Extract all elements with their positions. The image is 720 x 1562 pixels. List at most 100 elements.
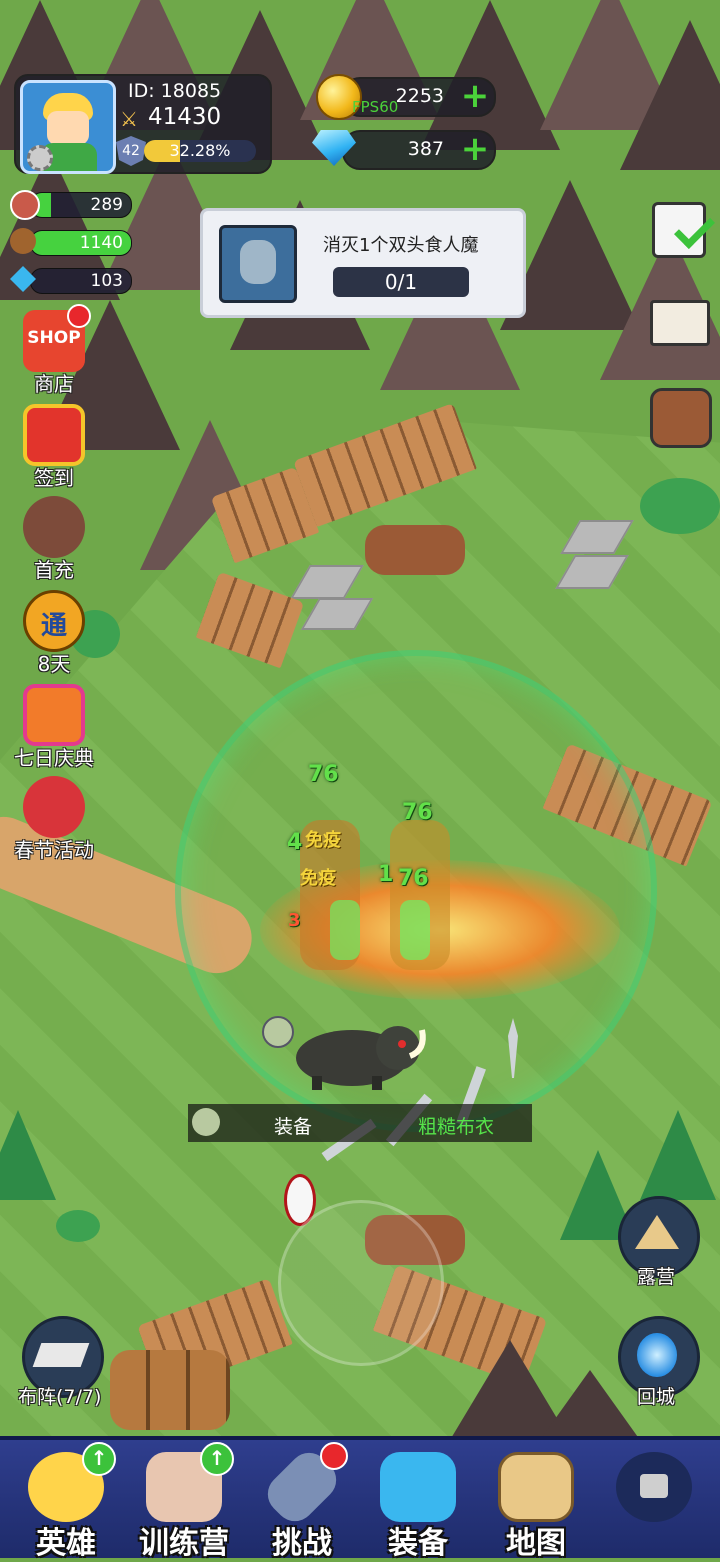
notification-dot: [67, 304, 91, 328]
portal-icon: [637, 1333, 677, 1377]
add-gold-button[interactable]: +: [460, 79, 490, 113]
resource-value: 1140: [79, 233, 123, 253]
menu-label: 8天: [37, 652, 71, 676]
combat-power: 41430: [148, 104, 222, 130]
menu-label: 七日庆典: [14, 746, 94, 770]
xp-bar: 32.28%: [144, 140, 256, 162]
mail-icon: [650, 300, 710, 346]
equip-name: 粗糙布衣: [418, 1116, 495, 1138]
task-list-button[interactable]: [646, 194, 716, 258]
lock-icon: [640, 1474, 668, 1498]
ogre-portrait: [219, 225, 297, 303]
hero-boar[interactable]: [290, 1010, 430, 1090]
upgrade-arrow-icon: ↑: [82, 1442, 116, 1476]
formation-board-icon: [32, 1343, 90, 1367]
bush: [56, 1210, 100, 1242]
bush: [640, 478, 720, 534]
equip-label: 装备: [274, 1116, 313, 1138]
gem-counter: 387 +: [342, 130, 496, 170]
checkin-button[interactable]: 签到: [6, 404, 102, 491]
status-text: 免疫: [300, 868, 336, 889]
nav-map[interactable]: 地图: [478, 1446, 594, 1561]
first-recharge-button[interactable]: 首充: [6, 496, 102, 583]
resource-value: 289: [90, 195, 123, 215]
mountain: [620, 20, 720, 170]
shop-icon-text: SHOP: [27, 328, 81, 348]
bottom-navigation: ↑ 英雄 ↑ 训练营 挑战 装备 地图: [0, 1436, 720, 1561]
pass-button[interactable]: 通 8天: [6, 590, 102, 677]
mail-button[interactable]: [646, 288, 710, 352]
nav-label: 地图: [506, 1526, 566, 1561]
meat-icon: [10, 190, 40, 220]
equipment-drop-tip: 装备 粗糙布衣: [188, 1104, 532, 1142]
menu-label: 签到: [34, 466, 74, 490]
nav-label: 装备: [388, 1526, 448, 1561]
backpack-icon: [650, 388, 712, 448]
damage-number: 76: [398, 866, 429, 891]
nav-locked[interactable]: [596, 1446, 712, 1556]
nav-label: 挑战: [272, 1526, 332, 1561]
treasure-map-icon: [498, 1452, 574, 1522]
shop-button[interactable]: SHOP 商店: [6, 304, 102, 397]
damage-number: 3: [288, 910, 301, 931]
avatar-face: [47, 111, 89, 145]
nav-heroes[interactable]: ↑ 英雄: [8, 1442, 124, 1561]
wood-icon: [10, 228, 36, 254]
barrels: [110, 1350, 230, 1430]
locked-icon: [616, 1452, 692, 1522]
lion-dance-icon: [23, 776, 85, 838]
nav-label: 训练营: [139, 1526, 229, 1561]
avatar[interactable]: [20, 80, 116, 174]
formation-label: 布阵(7/7): [18, 1386, 102, 1408]
nav-challenge[interactable]: 挑战: [244, 1442, 360, 1561]
level-badge: 42: [116, 136, 146, 166]
camp-label: 露营: [637, 1266, 676, 1288]
menu-label: 商店: [34, 372, 74, 396]
shop-icon: SHOP: [23, 304, 91, 372]
quest-title: 消灭1个双头食人魔: [323, 235, 479, 256]
item-drop[interactable]: [262, 1016, 294, 1048]
pass-icon: 通: [23, 590, 85, 652]
damage-number: 76: [402, 800, 433, 825]
add-gem-button[interactable]: +: [460, 132, 490, 166]
tent-icon: [635, 1215, 679, 1249]
quest-panel[interactable]: 消灭1个双头食人魔 0/1: [200, 208, 526, 318]
resource-bar-meat: 289: [30, 192, 132, 218]
armor-icon: [380, 1452, 456, 1522]
gem-value: 387: [407, 138, 444, 160]
gift-box-icon: [23, 684, 85, 746]
player-id: ID: 18085: [128, 80, 222, 102]
gift-icon: [23, 404, 85, 466]
menu-label: 首充: [34, 558, 74, 582]
nav-label: 英雄: [36, 1526, 96, 1561]
damage-number: 76: [308, 762, 339, 787]
seven-day-button[interactable]: 七日庆典: [6, 684, 102, 771]
menu-label: 春节活动: [14, 838, 94, 862]
damage-number: 1: [378, 862, 394, 887]
poison-effect: [400, 900, 430, 960]
nav-training-camp[interactable]: ↑ 训练营: [126, 1442, 242, 1561]
pine-tree: [640, 1110, 716, 1200]
spring-festival-button[interactable]: 春节活动: [6, 776, 102, 863]
armor-icon: [192, 1108, 220, 1136]
inventory-button[interactable]: [646, 378, 712, 448]
pass-icon-text: 通: [40, 611, 67, 641]
quest-progress: 0/1: [333, 267, 469, 297]
return-city-label: 回城: [637, 1386, 676, 1408]
player-info-panel[interactable]: ID: 18085 ⚔ 41430 42 32.28%: [14, 74, 272, 174]
fallen-log: [365, 525, 465, 575]
notification-dot: [320, 1442, 348, 1470]
virtual-joystick[interactable]: [278, 1200, 444, 1366]
xp-percent: 32.28%: [169, 141, 231, 160]
damage-number: 4: [287, 830, 303, 855]
resource-bar-wood: 1140: [30, 230, 132, 256]
upgrade-arrow-icon: ↑: [200, 1442, 234, 1476]
fps-counter: FPS60: [352, 98, 399, 116]
resource-bar-crystal: 103: [30, 268, 132, 294]
nav-equipment[interactable]: 装备: [360, 1446, 476, 1561]
archer-icon: [23, 496, 85, 558]
status-text: 免疫: [305, 830, 341, 851]
gear-icon[interactable]: [27, 145, 53, 171]
mountain: [420, 0, 560, 150]
crossed-swords-icon: ⚔: [120, 107, 138, 131]
